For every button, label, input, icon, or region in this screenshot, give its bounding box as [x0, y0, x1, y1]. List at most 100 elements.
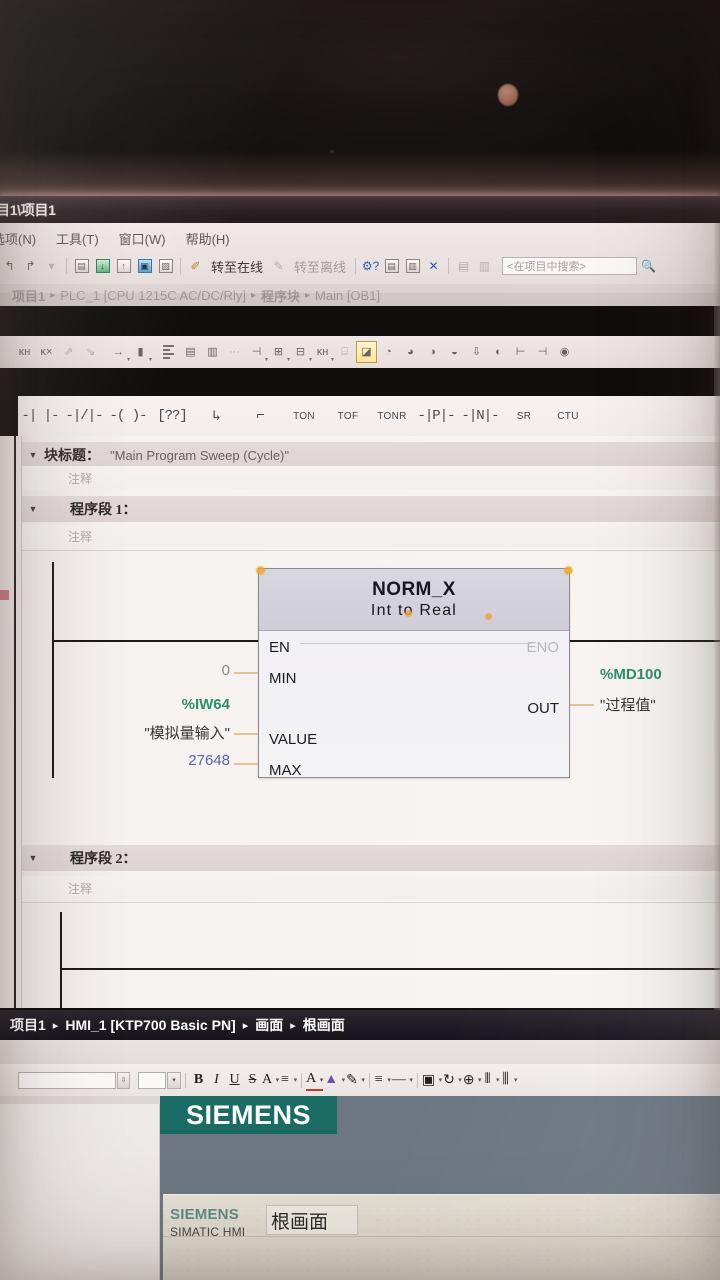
upload-from-device-icon[interactable]: ↑: [114, 256, 133, 276]
font-color-icon[interactable]: A: [306, 1069, 323, 1091]
line-color-icon[interactable]: ✎: [346, 1069, 365, 1091]
redo-dropdown-icon[interactable]: ▾: [42, 256, 61, 276]
hmi-left-pane[interactable]: [0, 1096, 160, 1280]
outdent-icon[interactable]: ⊣: [532, 341, 553, 363]
absolute-symbolic-icon[interactable]: ▮: [130, 341, 152, 363]
network-1-comment-row[interactable]: 注释: [22, 524, 720, 548]
hmi-left-pane-tabs[interactable]: [0, 1096, 160, 1104]
font-scale-button[interactable]: A: [262, 1069, 279, 1091]
start-simulation-icon[interactable]: ▣: [135, 256, 154, 276]
breadcrumb-hmi-item-device[interactable]: HMI_1 [KTP700 Basic PN]: [65, 1017, 235, 1033]
align-center-icon[interactable]: ⊕: [463, 1069, 482, 1091]
close-icon[interactable]: ✕: [424, 256, 443, 276]
monitor-off-icon[interactable]: ◕: [400, 341, 421, 363]
favorite-ton-timer[interactable]: TON: [282, 401, 326, 431]
goto-next-icon[interactable]: →: [108, 341, 130, 363]
network-2-comment-row[interactable]: 注释: [22, 876, 720, 900]
breadcrumb-plc-item-main[interactable]: Main [OB1]: [315, 288, 380, 303]
pin-max[interactable]: MAX: [269, 762, 302, 779]
operand-min-value[interactable]: 0: [176, 662, 230, 679]
delete-network-icon[interactable]: ĸ×: [36, 341, 57, 363]
font-size-dropdown-icon[interactable]: ▾: [167, 1071, 181, 1089]
pin-min[interactable]: MIN: [269, 670, 297, 687]
favorite-empty-box[interactable]: [??]: [150, 401, 194, 431]
favorite-output-coil[interactable]: -( )-: [106, 401, 150, 431]
operand-out-name[interactable]: "过程值": [600, 694, 656, 715]
monitor-on-icon[interactable]: ◔: [378, 341, 399, 363]
insert-branch-icon[interactable]: ⊣: [246, 341, 268, 363]
modify-value-icon[interactable]: ◒: [444, 341, 465, 363]
gear-question-icon[interactable]: ⚙?: [361, 256, 380, 276]
favorite-ctu-counter[interactable]: CTU: [546, 401, 590, 431]
distribute-icon[interactable]: ⦀: [483, 1069, 499, 1091]
operand-out-address[interactable]: %MD100: [600, 666, 662, 683]
pin-en[interactable]: EN: [269, 639, 290, 656]
hmi-root-screen-preview[interactable]: [163, 1194, 720, 1280]
start-runtime-icon[interactable]: ▧: [156, 256, 175, 276]
insert-box-icon[interactable]: ⊟: [290, 341, 312, 363]
font-name-input[interactable]: [18, 1071, 116, 1089]
redo-icon[interactable]: ↱: [21, 256, 40, 276]
upload-block-icon[interactable]: ⇗: [58, 341, 79, 363]
breadcrumb-hmi-item-project[interactable]: 项目1: [10, 1015, 46, 1035]
menu-item-tools[interactable]: 工具(T): [46, 229, 109, 248]
favorite-close-branch[interactable]: ⌐: [238, 401, 282, 431]
underline-button[interactable]: U: [226, 1069, 243, 1091]
insert-rung-icon[interactable]: ⊞: [268, 341, 290, 363]
split-horizontal-icon[interactable]: ▤: [454, 256, 473, 276]
kh-insert-icon[interactable]: ĸʜ: [312, 341, 334, 363]
breadcrumb-plc-item-blocks[interactable]: 程序块: [261, 286, 300, 305]
operand-max-value[interactable]: 27648: [150, 752, 230, 769]
network-2-header[interactable]: ▼ 程序段 2：: [22, 845, 720, 871]
order-back-icon[interactable]: ▣: [422, 1069, 442, 1091]
modify-operand-icon[interactable]: ◑: [422, 341, 443, 363]
search-icon[interactable]: 🔍: [639, 256, 658, 276]
insert-network-icon[interactable]: ĸʜ: [14, 341, 35, 363]
show-hide-interface-icon[interactable]: [158, 341, 179, 363]
pin-eno[interactable]: ENO: [526, 639, 559, 656]
favorite-normally-closed-contact[interactable]: -|/|-: [62, 401, 106, 431]
download-block-icon[interactable]: ⇘: [80, 341, 101, 363]
breadcrumb-plc-item-device[interactable]: PLC_1 [CPU 1215C AC/DC/Rly]: [60, 288, 246, 303]
favorite-open-branch[interactable]: ↳: [194, 401, 238, 431]
call-structure-icon[interactable]: ▥: [403, 256, 422, 276]
operand-value-name[interactable]: "模拟量输入": [110, 722, 230, 743]
more-icon[interactable]: ◉: [554, 341, 575, 363]
operand-value-address[interactable]: %IW64: [130, 696, 230, 713]
force-icon[interactable]: ⇩: [466, 341, 487, 363]
cross-reference-icon[interactable]: ▤: [382, 256, 401, 276]
download-to-device-icon[interactable]: ↓: [93, 256, 112, 276]
rotate-icon[interactable]: ↻: [443, 1069, 462, 1091]
chevron-down-icon[interactable]: ▼: [22, 853, 44, 863]
split-vertical-icon[interactable]: ▥: [475, 256, 494, 276]
menu-item-options[interactable]: 选项(N): [0, 229, 46, 248]
comment-toggle-icon[interactable]: ···: [224, 341, 245, 363]
fill-color-icon[interactable]: ▲: [324, 1069, 345, 1091]
chevron-down-icon[interactable]: ▼: [22, 450, 44, 460]
line-style-icon[interactable]: —: [392, 1069, 413, 1091]
bookmark-icon[interactable]: ⌸: [334, 341, 355, 363]
online-diagnostics-icon[interactable]: ✐: [186, 256, 205, 276]
block-title-row[interactable]: ▼ 块标题： "Main Program Sweep (Cycle)": [22, 442, 720, 468]
favorite-negative-edge[interactable]: -|N|-: [458, 401, 502, 431]
bold-button[interactable]: B: [190, 1069, 207, 1091]
favorite-normally-open-contact[interactable]: -| |-: [18, 401, 62, 431]
favorite-positive-edge[interactable]: -|P|-: [414, 401, 458, 431]
favorite-tof-timer[interactable]: TOF: [326, 401, 370, 431]
list-icon[interactable]: ≡: [374, 1069, 391, 1091]
block-comment-row[interactable]: 注释: [22, 466, 720, 490]
favorite-tonr-timer[interactable]: TONR: [370, 401, 414, 431]
search-input[interactable]: <在项目中搜索>: [502, 257, 638, 275]
pin-out[interactable]: OUT: [527, 700, 559, 717]
align-button[interactable]: ≡: [280, 1069, 297, 1091]
strikethrough-button[interactable]: S: [244, 1069, 261, 1091]
go-offline-button[interactable]: 转至离线: [290, 257, 350, 276]
breadcrumb-hmi-item-root-screen[interactable]: 根画面: [303, 1015, 345, 1035]
favorite-sr-flipflop[interactable]: SR: [502, 401, 546, 431]
go-online-button[interactable]: 转至在线: [207, 257, 267, 276]
pin-value[interactable]: VALUE: [269, 731, 317, 748]
font-name-spinner[interactable]: ⇳: [117, 1071, 130, 1089]
undo-icon[interactable]: ↰: [0, 256, 19, 276]
hmi-screen-title-field[interactable]: 根画面: [266, 1205, 358, 1235]
network-1-header[interactable]: ▼ 程序段 1：: [22, 496, 720, 522]
